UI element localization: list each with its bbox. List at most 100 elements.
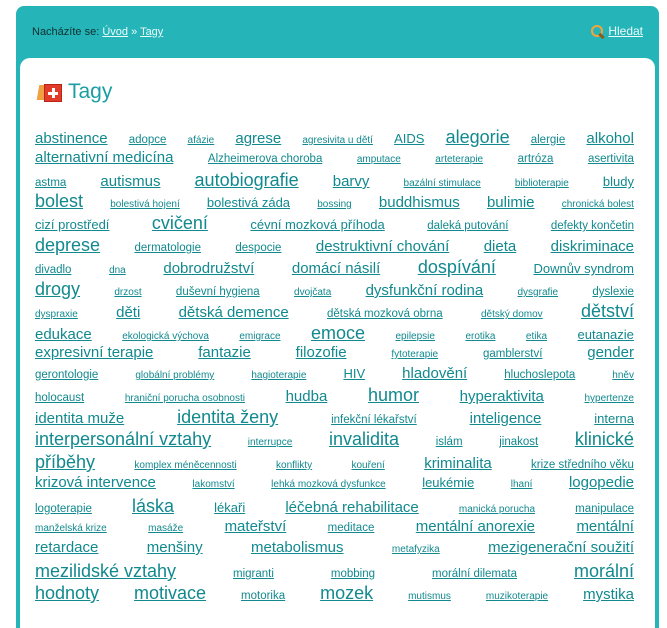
tag-link[interactable]: logopedie	[569, 475, 634, 490]
tag-link[interactable]: bazální stimulace	[404, 179, 481, 189]
tag-link[interactable]: hladovění	[402, 366, 467, 381]
tag-link[interactable]: klinické	[575, 430, 634, 448]
tag-link[interactable]: edukace	[35, 327, 92, 342]
tag-link[interactable]: bulimie	[487, 195, 535, 210]
tag-link[interactable]: léčebná rehabilitace	[285, 500, 418, 515]
tag-link[interactable]: hluchoslepota	[504, 369, 575, 382]
tag-link[interactable]: amputace	[357, 155, 401, 165]
tag-link[interactable]: morální dilemata	[432, 568, 517, 581]
tag-link[interactable]: motivace	[134, 584, 206, 602]
tag-link[interactable]: identita ženy	[177, 408, 278, 426]
tag-link[interactable]: dětství	[581, 302, 634, 320]
tag-link[interactable]: metafyzika	[392, 545, 440, 555]
tag-link[interactable]: dysgrafie	[518, 288, 559, 298]
search-link-group[interactable]: Hledat	[590, 24, 643, 38]
tag-link[interactable]: globální problémy	[135, 371, 214, 381]
tag-link[interactable]: ekologická výchova	[122, 332, 209, 342]
tag-link[interactable]: arteterapie	[435, 155, 483, 165]
tag-link[interactable]: duševní hygiena	[176, 286, 260, 299]
tag-link[interactable]: alternativní medicína	[35, 150, 173, 165]
tag-link[interactable]: AIDS	[394, 132, 424, 145]
tag-link[interactable]: mystika	[583, 587, 634, 602]
magnifier-icon[interactable]	[590, 24, 604, 38]
tag-link[interactable]: fantazie	[198, 345, 251, 360]
tag-link[interactable]: erotika	[465, 332, 495, 342]
tag-link[interactable]: dyslexie	[592, 286, 634, 299]
tag-link[interactable]: mezigenerační soužití	[488, 540, 634, 555]
tag-link[interactable]: deprese	[35, 236, 100, 254]
tag-link[interactable]: dětský domov	[481, 310, 543, 320]
tag-link[interactable]: holocaust	[35, 392, 84, 405]
tag-link[interactable]: mobbing	[331, 568, 375, 581]
tag-link[interactable]: Alzheimerova choroba	[208, 153, 322, 166]
tag-link[interactable]: logoterapie	[35, 503, 92, 516]
tag-link[interactable]: fytoterapie	[391, 350, 438, 360]
tag-link[interactable]: chronická bolest	[562, 200, 634, 210]
tag-link[interactable]: agresivita u dětí	[302, 136, 373, 146]
tag-link[interactable]: mezilidské vztahy	[35, 562, 176, 580]
tag-link[interactable]: dětská mozková obrna	[327, 308, 443, 321]
tag-link[interactable]: dyspraxie	[35, 310, 78, 320]
tag-link[interactable]: abstinence	[35, 131, 108, 146]
tag-link[interactable]: identita muže	[35, 411, 124, 426]
tag-link[interactable]: komplex méněcennosti	[134, 461, 236, 471]
tag-link[interactable]: bolestivá hojení	[110, 200, 180, 210]
tag-link[interactable]: expresivní terapie	[35, 345, 153, 360]
tag-link[interactable]: diskriminace	[551, 239, 634, 254]
breadcrumb-current-link[interactable]: Tagy	[140, 26, 163, 38]
tag-link[interactable]: cvičení	[152, 214, 208, 232]
tag-link[interactable]: epilepsie	[395, 332, 434, 342]
tag-link[interactable]: filozofie	[296, 345, 347, 360]
tag-link[interactable]: dvojčata	[294, 288, 331, 298]
tag-link[interactable]: hodnoty	[35, 584, 99, 602]
tag-link[interactable]: dospívání	[418, 258, 496, 276]
tag-link[interactable]: divadlo	[35, 264, 71, 277]
tag-link[interactable]: alegorie	[446, 128, 510, 146]
tag-link[interactable]: asertivita	[588, 153, 634, 166]
tag-link[interactable]: dysfunkční rodina	[366, 283, 484, 298]
tag-link[interactable]: lakomství	[192, 480, 234, 490]
tag-link[interactable]: gamblerství	[483, 348, 542, 361]
tag-link[interactable]: bossing	[317, 200, 351, 210]
tag-link[interactable]: lhaní	[511, 480, 533, 490]
tag-link[interactable]: emoce	[311, 324, 365, 342]
tag-link[interactable]: barvy	[333, 174, 370, 189]
tag-link[interactable]: Downův syndrom	[534, 262, 634, 275]
tag-link[interactable]: alkohol	[586, 131, 634, 146]
tag-link[interactable]: krize středního věku	[531, 459, 634, 472]
tag-link[interactable]: adopce	[129, 134, 167, 147]
tag-link[interactable]: cévní mozková příhoda	[250, 218, 384, 231]
tag-link[interactable]: dieta	[484, 239, 517, 254]
tag-link[interactable]: migranti	[233, 568, 274, 581]
tag-link[interactable]: menšiny	[147, 540, 203, 555]
tag-link[interactable]: buddhismus	[379, 195, 460, 210]
tag-link[interactable]: masáže	[148, 524, 183, 534]
tag-link[interactable]: despocie	[235, 242, 281, 255]
tag-link[interactable]: příběhy	[35, 453, 95, 471]
tag-link[interactable]: invalidita	[329, 430, 399, 448]
tag-link[interactable]: autismus	[100, 174, 160, 189]
tag-link[interactable]: dětská demence	[179, 305, 289, 320]
tag-link[interactable]: hagioterapie	[251, 371, 306, 381]
tag-link[interactable]: jinakost	[499, 436, 538, 449]
tag-link[interactable]: interrupce	[248, 438, 292, 448]
tag-link[interactable]: hněv	[612, 371, 634, 381]
tag-link[interactable]: láska	[132, 497, 174, 515]
tag-link[interactable]: autobiografie	[195, 171, 299, 189]
tag-link[interactable]: hraniční porucha osobnosti	[125, 394, 245, 404]
tag-link[interactable]: bolestivá záda	[207, 196, 290, 209]
tag-link[interactable]: kriminalita	[424, 456, 492, 471]
tag-link[interactable]: morální	[574, 562, 634, 580]
tag-link[interactable]: mozek	[320, 584, 373, 602]
tag-link[interactable]: afázie	[188, 136, 215, 146]
tag-link[interactable]: artróza	[518, 153, 554, 166]
tag-link[interactable]: konflikty	[276, 461, 312, 471]
tag-link[interactable]: drzost	[114, 288, 141, 298]
tag-link[interactable]: daleká putování	[427, 220, 508, 233]
tag-link[interactable]: defekty končetin	[551, 220, 634, 233]
tag-link[interactable]: bludy	[603, 175, 634, 188]
tag-link[interactable]: bolest	[35, 192, 83, 210]
tag-link[interactable]: interna	[594, 412, 634, 425]
tag-link[interactable]: dermatologie	[134, 242, 200, 255]
tag-link[interactable]: krizová intervence	[35, 475, 156, 490]
